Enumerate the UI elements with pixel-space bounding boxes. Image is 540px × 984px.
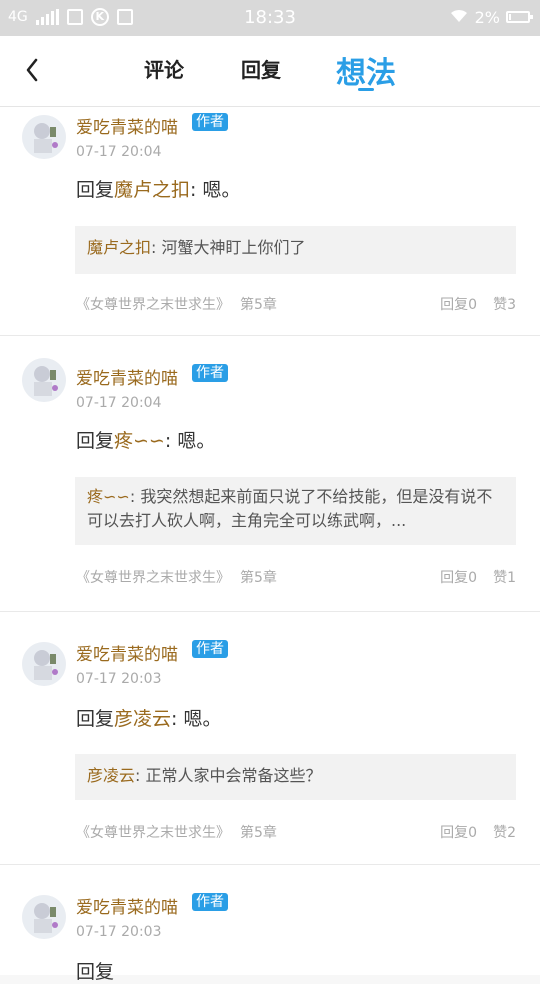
reply-content: 嗯。	[202, 179, 241, 201]
username[interactable]: 爱吃青菜的喵	[76, 113, 178, 138]
item-actions: 回复0 赞1	[440, 567, 516, 587]
username[interactable]: 爱吃青菜的喵	[76, 640, 178, 665]
reply-separator: :	[171, 708, 184, 730]
quote-separator: :	[129, 487, 141, 506]
list-item: 爱吃青菜的喵 作者 07-17 20:04 回复魔卢之扣: 嗯。 魔卢之扣: 河…	[0, 107, 540, 336]
author-badge: 作者	[192, 113, 228, 131]
list-item: 爱吃青菜的喵 作者 07-17 20:04 回复疼∽∽: 嗯。 疼∽∽: 我突然…	[0, 336, 540, 612]
quote-user: 彦凌云	[87, 766, 136, 785]
reply-text: 回复彦凌云: 嗯。	[76, 704, 222, 731]
timestamp: 07-17 20:03	[76, 671, 162, 687]
author-badge: 作者	[192, 640, 228, 658]
reply-separator: :	[190, 179, 203, 201]
list-item: 爱吃青菜的喵 作者 07-17 20:03 回复	[0, 865, 540, 983]
chapter: 第5章	[240, 825, 277, 841]
quote-user: 魔卢之扣	[87, 238, 152, 257]
like-count[interactable]: 赞3	[493, 297, 516, 313]
source-book[interactable]: 《女尊世界之末世求生》 第5章	[76, 294, 277, 314]
reply-content: 嗯。	[177, 430, 216, 452]
battery-percent: 2%	[474, 7, 500, 27]
quoted-comment[interactable]: 彦凌云: 正常人家中会常备这些？	[75, 754, 516, 800]
avatar[interactable]	[22, 115, 66, 159]
back-button[interactable]	[18, 50, 54, 90]
chevron-left-icon	[26, 58, 38, 82]
reply-text: 回复魔卢之扣: 嗯。	[76, 175, 241, 202]
reply-target-user[interactable]: 魔卢之扣	[114, 179, 190, 201]
author-badge: 作者	[192, 893, 228, 911]
like-count[interactable]: 赞1	[493, 570, 516, 586]
timestamp: 07-17 20:04	[76, 395, 162, 411]
reply-count[interactable]: 回复0	[440, 570, 477, 586]
reply-count[interactable]: 回复0	[440, 297, 477, 313]
book-title: 《女尊世界之末世求生》	[76, 297, 230, 313]
active-tab-indicator	[358, 88, 374, 91]
timestamp: 07-17 20:04	[76, 144, 162, 160]
reply-prefix: 回复	[76, 961, 115, 983]
quote-user: 疼∽∽	[87, 487, 130, 506]
wifi-icon	[449, 7, 469, 27]
chapter: 第5章	[240, 570, 277, 586]
quote-content: 我突然想起来前面只说了不给技能，但是没有说不可以去打人砍人啊，主角完全可以练武啊…	[87, 487, 493, 530]
book-title: 《女尊世界之末世求生》	[76, 570, 230, 586]
reply-prefix: 回复	[76, 430, 115, 452]
status-bar: 4G K 18:33 2%	[0, 0, 540, 36]
chapter: 第5章	[240, 297, 277, 313]
avatar[interactable]	[22, 642, 66, 686]
avatar[interactable]	[22, 895, 66, 939]
tab-thoughts[interactable]: 想法	[336, 48, 396, 92]
reply-text: 回复疼∽∽: 嗯。	[76, 426, 215, 453]
status-right: 2%	[449, 7, 533, 27]
thought-list: 爱吃青菜的喵 作者 07-17 20:04 回复魔卢之扣: 嗯。 魔卢之扣: 河…	[0, 107, 540, 983]
reply-content: 嗯。	[183, 708, 222, 730]
source-book[interactable]: 《女尊世界之末世求生》 第5章	[76, 567, 277, 587]
list-item: 爱吃青菜的喵 作者 07-17 20:03 回复彦凌云: 嗯。 彦凌云: 正常人…	[0, 612, 540, 865]
reply-prefix: 回复	[76, 179, 115, 201]
book-title: 《女尊世界之末世求生》	[76, 825, 230, 841]
reply-target-user[interactable]: 彦凌云	[114, 708, 171, 730]
avatar[interactable]	[22, 358, 66, 402]
username[interactable]: 爱吃青菜的喵	[76, 364, 178, 389]
quoted-comment[interactable]: 疼∽∽: 我突然想起来前面只说了不给技能，但是没有说不可以去打人砍人啊，主角完全…	[75, 477, 516, 545]
nav-bar: 评论 回复 想法	[0, 36, 540, 107]
reply-target-user[interactable]: 疼∽∽	[114, 430, 165, 452]
timestamp: 07-17 20:03	[76, 924, 162, 940]
item-actions: 回复0 赞3	[440, 294, 516, 314]
tab-comments[interactable]: 评论	[144, 54, 184, 83]
username[interactable]: 爱吃青菜的喵	[76, 893, 178, 918]
item-actions: 回复0 赞2	[440, 822, 516, 842]
reply-text: 回复	[76, 957, 114, 984]
like-count[interactable]: 赞2	[493, 825, 516, 841]
quote-content: 河蟹大神盯上你们了	[161, 238, 306, 257]
source-book[interactable]: 《女尊世界之末世求生》 第5章	[76, 822, 277, 842]
quoted-comment[interactable]: 魔卢之扣: 河蟹大神盯上你们了	[75, 226, 516, 274]
quote-content: 正常人家中会常备这些？	[145, 766, 322, 785]
quote-separator: :	[151, 238, 162, 257]
quote-separator: :	[135, 766, 146, 785]
tab-replies[interactable]: 回复	[241, 54, 281, 83]
reply-separator: :	[164, 430, 178, 452]
author-badge: 作者	[192, 364, 228, 382]
battery-icon	[506, 11, 533, 23]
reply-count[interactable]: 回复0	[440, 825, 477, 841]
reply-prefix: 回复	[76, 708, 115, 730]
